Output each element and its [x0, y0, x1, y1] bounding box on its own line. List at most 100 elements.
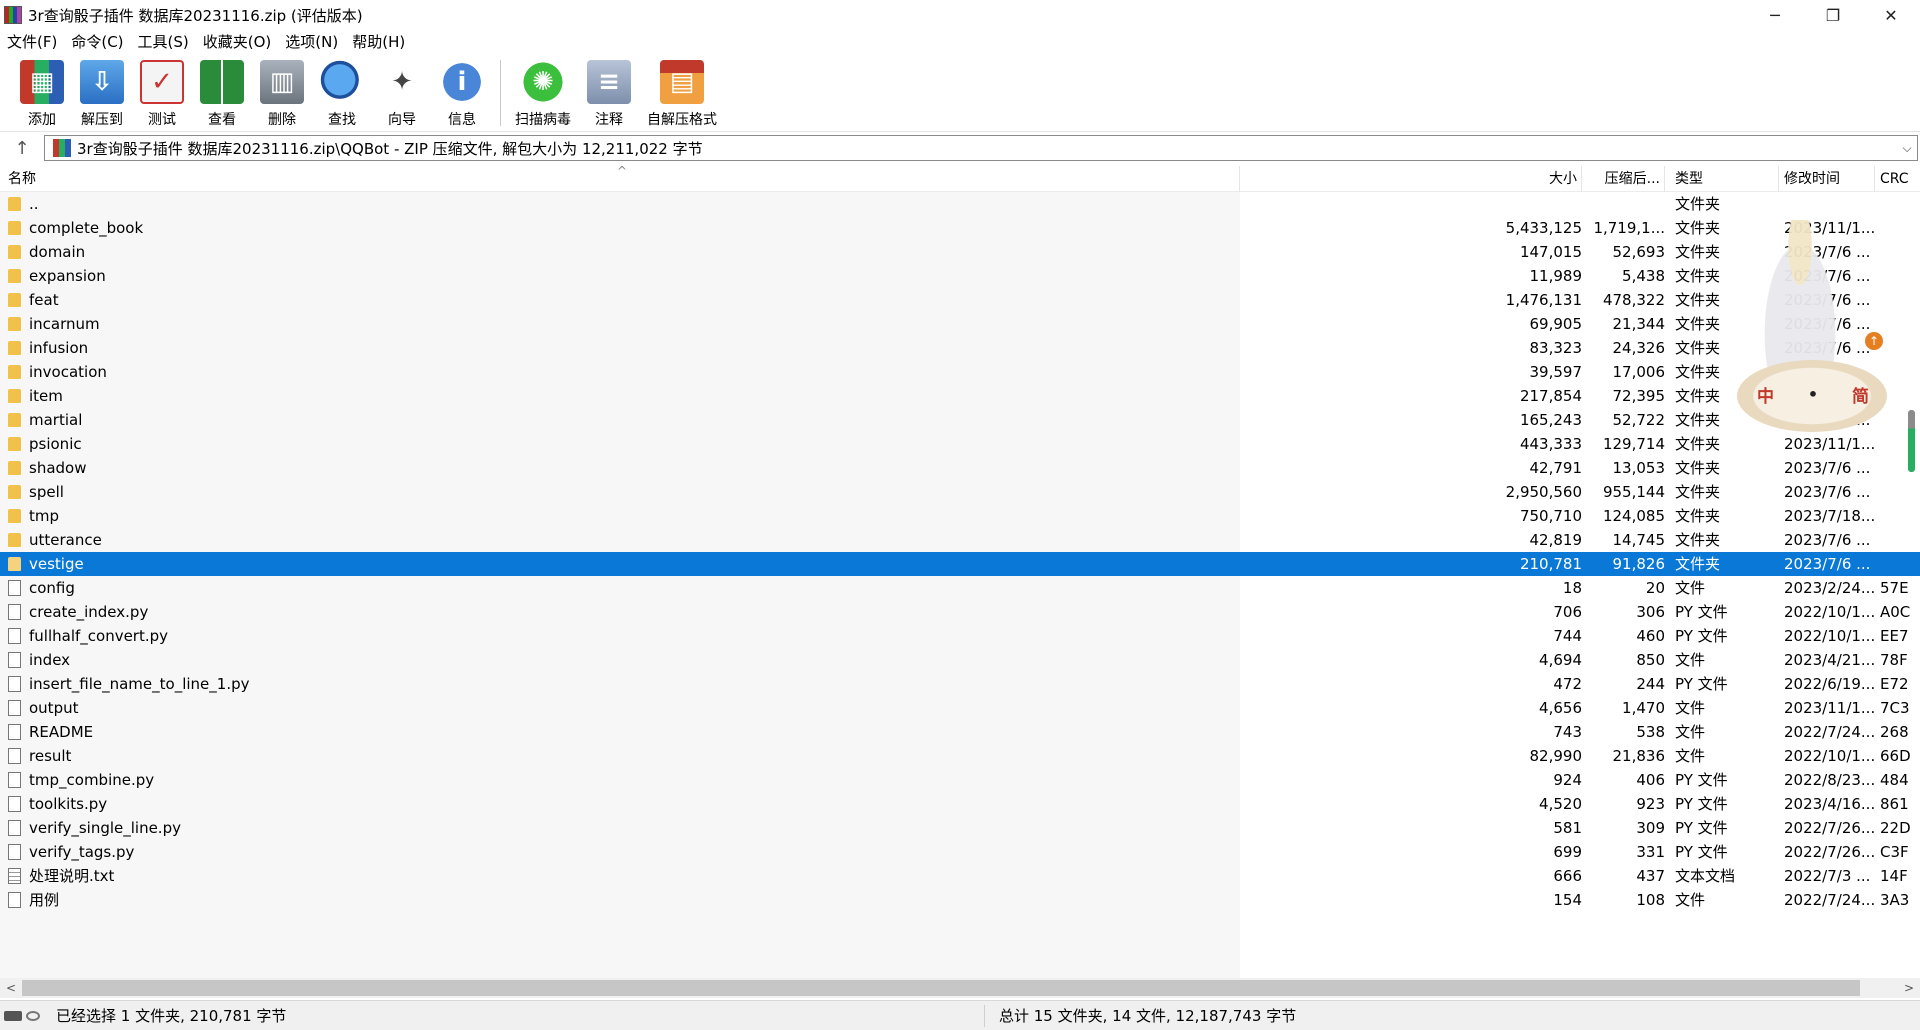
file-name-cell[interactable]: config [0, 576, 1240, 600]
up-folder-button[interactable]: ↑ [0, 133, 44, 163]
file-name-cell[interactable]: expansion [0, 264, 1240, 288]
file-row[interactable]: feat 1,476,131 478,322 文件夹 2023/7/6 ... [0, 288, 1920, 312]
file-row[interactable]: complete_book 5,433,125 1,719,1... 文件夹 2023/… [0, 216, 1920, 240]
column-type[interactable]: 类型 [1665, 166, 1779, 192]
file-row[interactable]: shadow 42,791 13,053 文件夹 2023/7/6 ... [0, 456, 1920, 480]
file-name-cell[interactable]: 处理说明.txt [0, 864, 1240, 888]
scroll-left-arrow[interactable]: < [0, 978, 22, 998]
file-row[interactable]: verify_single_line.py 581 309 PY 文件 2022/7/2… [0, 816, 1920, 840]
column-packed[interactable]: 压缩后... [1582, 166, 1665, 192]
toolbar-button-extract-folder[interactable]: ⇩ 解压到 [80, 54, 124, 129]
file-row[interactable]: create_index.py 706 306 PY 文件 2022/10/1... A0… [0, 600, 1920, 624]
drive-icon[interactable] [4, 1010, 22, 1021]
file-name-cell[interactable]: utterance [0, 528, 1240, 552]
file-name-cell[interactable]: 用例 [0, 888, 1240, 912]
file-name-cell[interactable]: shadow [0, 456, 1240, 480]
file-row[interactable]: verify_tags.py 699 331 PY 文件 2022/7/26... C3F [0, 840, 1920, 864]
file-row[interactable]: .. 文件夹 [0, 192, 1920, 216]
file-row[interactable]: output 4,656 1,470 文件 2023/11/1... 7C3 [0, 696, 1920, 720]
menu-options[interactable]: 选项(N) [278, 30, 345, 54]
chevron-down-icon[interactable]: ⌵ [1897, 141, 1917, 156]
minimize-button[interactable]: ─ [1746, 0, 1804, 30]
file-name-cell[interactable]: insert_file_name_to_line_1.py [0, 672, 1240, 696]
file-name-cell[interactable]: martial [0, 408, 1240, 432]
file-type: 文件 [1675, 579, 1706, 597]
file-row[interactable]: tmp 750,710 124,085 文件夹 2023/7/18... [0, 504, 1920, 528]
file-name-cell[interactable]: item [0, 384, 1240, 408]
file-name-cell[interactable]: .. [0, 192, 1240, 216]
file-name-cell[interactable]: domain [0, 240, 1240, 264]
file-row[interactable]: martial 165,243 52,722 文件夹 2023/7/6 ... [0, 408, 1920, 432]
toolbar-button-comment[interactable]: ≡ 注释 [587, 54, 631, 129]
file-row[interactable]: utterance 42,819 14,745 文件夹 2023/7/6 ... [0, 528, 1920, 552]
file-row[interactable]: toolkits.py 4,520 923 PY 文件 2023/4/16... 861 [0, 792, 1920, 816]
vertical-scroll-indicator[interactable] [1908, 410, 1915, 472]
file-size [1240, 192, 1582, 216]
scroll-right-arrow[interactable]: > [1898, 978, 1920, 998]
file-name-cell[interactable]: psionic [0, 432, 1240, 456]
file-row[interactable]: infusion 83,323 24,326 文件夹 2023/7/6 ... [0, 336, 1920, 360]
toolbar-button-sfx-box[interactable]: ▤ 自解压格式 [647, 54, 717, 129]
file-row[interactable]: fullhalf_convert.py 744 460 PY 文件 2022/10/1.… [0, 624, 1920, 648]
file-name-cell[interactable]: spell [0, 480, 1240, 504]
file-name-cell[interactable]: README [0, 720, 1240, 744]
file-name: toolkits.py [29, 795, 108, 813]
file-name-cell[interactable]: create_index.py [0, 600, 1240, 624]
maximize-button[interactable]: ❐ [1804, 0, 1862, 30]
column-crc[interactable]: CRC [1875, 166, 1920, 192]
file-name-cell[interactable]: feat [0, 288, 1240, 312]
file-row[interactable]: psionic 443,333 129,714 文件夹 2023/11/1... [0, 432, 1920, 456]
toolbar-button-info[interactable]: i 信息 [440, 54, 484, 129]
column-size[interactable]: 大小 [1240, 166, 1582, 192]
toolbar-button-test-clipboard[interactable]: ✓ 测试 [140, 54, 184, 129]
file-row[interactable]: tmp_combine.py 924 406 PY 文件 2022/8/23... 484 [0, 768, 1920, 792]
menu-tools[interactable]: 工具(S) [131, 30, 196, 54]
toolbar-button-wizard-wand[interactable]: ✦ 向导 [380, 54, 424, 129]
scroll-track[interactable] [22, 978, 1898, 998]
file-row[interactable]: item 217,854 72,395 文件夹 2023/7/6 ... [0, 384, 1920, 408]
address-field[interactable]: 3r查询骰子插件 数据库20231116.zip\QQBot - ZIP 压缩文… [44, 135, 1918, 161]
file-name-cell[interactable]: tmp [0, 504, 1240, 528]
toolbar-button-find-magnifier[interactable]: 查找 [320, 54, 364, 129]
menu-favorites[interactable]: 收藏夹(O) [196, 30, 279, 54]
toolbar-button-delete-trash[interactable]: ▥ 删除 [260, 54, 304, 129]
file-name-cell[interactable]: verify_tags.py [0, 840, 1240, 864]
file-name-cell[interactable]: infusion [0, 336, 1240, 360]
menu-help[interactable]: 帮助(H) [345, 30, 412, 54]
file-row[interactable]: config 18 20 文件 2023/2/24... 57E [0, 576, 1920, 600]
file-name-cell[interactable]: fullhalf_convert.py [0, 624, 1240, 648]
key-icon[interactable] [26, 1010, 40, 1021]
file-row[interactable]: expansion 11,989 5,438 文件夹 2023/7/6 ... [0, 264, 1920, 288]
file-name-cell[interactable]: tmp_combine.py [0, 768, 1240, 792]
menu-commands[interactable]: 命令(C) [64, 30, 130, 54]
file-name-cell[interactable]: index [0, 648, 1240, 672]
file-row[interactable]: 用例 154 108 文件 2022/7/24... 3A3 [0, 888, 1920, 912]
file-row[interactable]: spell 2,950,560 955,144 文件夹 2023/7/6 ... [0, 480, 1920, 504]
file-row[interactable]: 处理说明.txt 666 437 文本文档 2022/7/3 ... 14F [0, 864, 1920, 888]
file-row[interactable]: insert_file_name_to_line_1.py 472 244 PY 文件… [0, 672, 1920, 696]
file-name-cell[interactable]: verify_single_line.py [0, 816, 1240, 840]
file-row[interactable]: invocation 39,597 17,006 文件夹 2023/7/6 ... [0, 360, 1920, 384]
toolbar-button-scan-virus[interactable]: ✺ 扫描病毒 [515, 54, 571, 129]
file-name-cell[interactable]: invocation [0, 360, 1240, 384]
file-name-cell[interactable]: incarnum [0, 312, 1240, 336]
file-row[interactable]: index 4,694 850 文件 2023/4/21... 78F [0, 648, 1920, 672]
toolbar-label: 添加 [28, 112, 56, 128]
file-row[interactable]: result 82,990 21,836 文件 2022/10/1... 66D [0, 744, 1920, 768]
file-name-cell[interactable]: output [0, 696, 1240, 720]
file-row[interactable]: domain 147,015 52,693 文件夹 2023/7/6 ... [0, 240, 1920, 264]
column-modified[interactable]: 修改时间 [1779, 166, 1875, 192]
file-row[interactable]: vestige 210,781 91,826 文件夹 2023/7/6 ... [0, 552, 1920, 576]
scroll-thumb[interactable] [22, 980, 1860, 996]
menu-file[interactable]: 文件(F) [0, 30, 64, 54]
file-name-cell[interactable]: vestige [0, 552, 1240, 576]
file-row[interactable]: README 743 538 文件 2022/7/24... 268 [0, 720, 1920, 744]
close-button[interactable]: ✕ [1862, 0, 1920, 30]
file-name-cell[interactable]: complete_book [0, 216, 1240, 240]
toolbar-button-add-archive[interactable]: ▦ 添加 [20, 54, 64, 129]
horizontal-scrollbar[interactable]: < > [0, 978, 1920, 998]
toolbar-button-view-book[interactable]: 查看 [200, 54, 244, 129]
file-name-cell[interactable]: toolkits.py [0, 792, 1240, 816]
file-name-cell[interactable]: result [0, 744, 1240, 768]
file-row[interactable]: incarnum 69,905 21,344 文件夹 2023/7/6 ... [0, 312, 1920, 336]
